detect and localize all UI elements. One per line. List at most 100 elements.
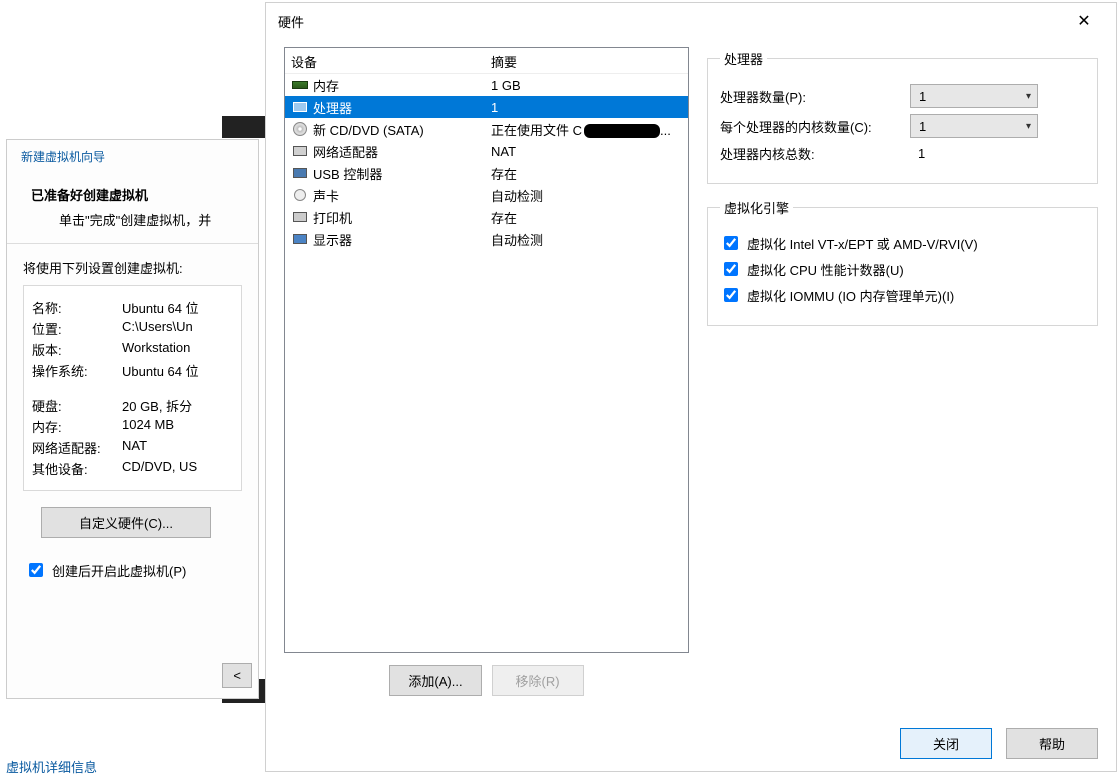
device-name: 声卡	[313, 186, 491, 205]
processor-count-value: 1	[919, 89, 926, 104]
device-name: USB 控制器	[313, 164, 491, 183]
summary-row: 位置:C:\Users\Un	[32, 319, 233, 338]
close-icon[interactable]: ✕	[1064, 11, 1104, 31]
summary-row: 网络适配器:NAT	[32, 438, 233, 457]
device-summary: 存在	[491, 164, 682, 183]
summary-row: 内存:1024 MB	[32, 417, 233, 436]
virtualize-iommu-checkbox[interactable]: 虚拟化 IOMMU (IO 内存管理单元)(I)	[720, 285, 1085, 305]
summary-key: 名称:	[32, 298, 122, 317]
virtualize-perf-counters-checkbox[interactable]: 虚拟化 CPU 性能计数器(U)	[720, 259, 1085, 279]
wizard-header-tab: 新建虚拟机向导	[7, 140, 258, 165]
device-row[interactable]: 内存1 GB	[285, 74, 688, 96]
cores-per-processor-label: 每个处理器的内核数量(C):	[720, 117, 910, 136]
wizard-back-button[interactable]: <	[222, 663, 252, 688]
virtualize-perf-counters-label: 虚拟化 CPU 性能计数器(U)	[747, 260, 904, 279]
remove-device-button: 移除(R)	[492, 665, 584, 696]
summary-key: 其他设备:	[32, 459, 122, 478]
device-row[interactable]: 新 CD/DVD (SATA)正在使用文件 C...	[285, 118, 688, 140]
wizard-title: 已准备好创建虚拟机	[31, 185, 244, 204]
processor-count-select[interactable]: 1 ▾	[910, 84, 1038, 108]
wizard-summary-box: 名称:Ubuntu 64 位位置:C:\Users\Un版本:Workstati…	[23, 285, 242, 491]
device-name: 网络适配器	[313, 142, 491, 161]
device-name: 内存	[313, 76, 491, 95]
device-row[interactable]: 显示器自动检测	[285, 228, 688, 250]
summary-row: 硬盘:20 GB, 拆分	[32, 396, 233, 415]
summary-row: 版本:Workstation	[32, 340, 233, 359]
redacted-segment	[584, 124, 660, 138]
network-icon	[291, 143, 309, 159]
device-name: 打印机	[313, 208, 491, 227]
summary-row: 其他设备:CD/DVD, US	[32, 459, 233, 478]
printer-icon	[291, 209, 309, 225]
summary-key: 版本:	[32, 340, 122, 359]
processors-legend: 处理器	[720, 49, 767, 68]
device-list-header: 设备 摘要	[285, 48, 688, 74]
usb-icon	[291, 165, 309, 181]
add-device-button[interactable]: 添加(A)...	[389, 665, 481, 696]
device-name: 显示器	[313, 230, 491, 249]
display-icon	[291, 231, 309, 247]
close-button[interactable]: 关闭	[900, 728, 992, 759]
summary-column-header: 摘要	[491, 52, 517, 71]
summary-value: 1024 MB	[122, 417, 174, 436]
summary-row: 名称:Ubuntu 64 位	[32, 298, 233, 317]
customize-hardware-button[interactable]: 自定义硬件(C)...	[41, 507, 211, 538]
cores-per-processor-value: 1	[919, 119, 926, 134]
device-row[interactable]: 打印机存在	[285, 206, 688, 228]
summary-value: Workstation	[122, 340, 190, 359]
virtualize-vtx-checkbox-input[interactable]	[724, 236, 738, 250]
hardware-dialog: 硬件 ✕ 设备 摘要 内存1 GB处理器1新 CD/DVD (SATA)正在使用…	[265, 2, 1117, 772]
chevron-down-icon: ▾	[1026, 121, 1031, 132]
device-row[interactable]: 处理器1	[285, 96, 688, 118]
virtualize-perf-counters-checkbox-input[interactable]	[724, 262, 738, 276]
cpu-icon	[291, 99, 309, 115]
wizard-heading-block: 已准备好创建虚拟机 单击"完成"创建虚拟机，并	[7, 165, 258, 244]
device-summary: 正在使用文件 C...	[491, 120, 682, 139]
hardware-titlebar: 硬件 ✕	[266, 3, 1116, 39]
processors-group: 处理器 处理器数量(P): 1 ▾ 每个处理器的内核数量(C): 1 ▾	[707, 49, 1098, 184]
open-after-create-checkbox-input[interactable]	[29, 563, 43, 577]
device-summary: 1 GB	[491, 78, 682, 93]
device-list[interactable]: 设备 摘要 内存1 GB处理器1新 CD/DVD (SATA)正在使用文件 C.…	[284, 47, 689, 653]
device-summary: NAT	[491, 144, 682, 159]
summary-row: 操作系统:Ubuntu 64 位	[32, 361, 233, 380]
virtualize-vtx-label: 虚拟化 Intel VT-x/EPT 或 AMD-V/RVI(V)	[747, 234, 978, 253]
summary-value: NAT	[122, 438, 147, 457]
summary-key: 内存:	[32, 417, 122, 436]
device-name: 新 CD/DVD (SATA)	[313, 120, 491, 139]
device-column-header: 设备	[291, 52, 491, 71]
summary-value: Ubuntu 64 位	[122, 298, 199, 317]
device-row[interactable]: USB 控制器存在	[285, 162, 688, 184]
summary-value: Ubuntu 64 位	[122, 361, 199, 380]
background-strip	[222, 116, 267, 138]
processor-count-label: 处理器数量(P):	[720, 87, 910, 106]
device-row[interactable]: 网络适配器NAT	[285, 140, 688, 162]
summary-value: C:\Users\Un	[122, 319, 193, 338]
virtualize-iommu-checkbox-input[interactable]	[724, 288, 738, 302]
summary-key: 操作系统:	[32, 361, 122, 380]
summary-value: CD/DVD, US	[122, 459, 197, 478]
device-name: 处理器	[313, 98, 491, 117]
summary-key: 位置:	[32, 319, 122, 338]
hardware-title: 硬件	[278, 12, 304, 31]
device-summary: 自动检测	[491, 186, 682, 205]
virtualization-engine-group: 虚拟化引擎 虚拟化 Intel VT-x/EPT 或 AMD-V/RVI(V) …	[707, 198, 1098, 326]
device-summary: 存在	[491, 208, 682, 227]
cores-per-processor-select[interactable]: 1 ▾	[910, 114, 1038, 138]
open-after-create-label: 创建后开启此虚拟机(P)	[52, 561, 186, 580]
summary-value: 20 GB, 拆分	[122, 396, 192, 415]
chevron-down-icon: ▾	[1026, 91, 1031, 102]
memory-icon	[291, 77, 309, 93]
virtualize-vtx-checkbox[interactable]: 虚拟化 Intel VT-x/EPT 或 AMD-V/RVI(V)	[720, 233, 1085, 253]
open-after-create-checkbox[interactable]: 创建后开启此虚拟机(P)	[25, 560, 242, 580]
total-cores-label: 处理器内核总数:	[720, 144, 910, 163]
virtualize-iommu-label: 虚拟化 IOMMU (IO 内存管理单元)(I)	[747, 286, 954, 305]
summary-key: 网络适配器:	[32, 438, 122, 457]
device-summary: 1	[491, 100, 682, 115]
vm-details-link[interactable]: 虚拟机详细信息	[6, 757, 97, 776]
device-row[interactable]: 声卡自动检测	[285, 184, 688, 206]
sound-icon	[291, 187, 309, 203]
help-button[interactable]: 帮助	[1006, 728, 1098, 759]
wizard-subtitle: 单击"完成"创建虚拟机，并	[59, 210, 244, 229]
disc-icon	[291, 121, 309, 137]
